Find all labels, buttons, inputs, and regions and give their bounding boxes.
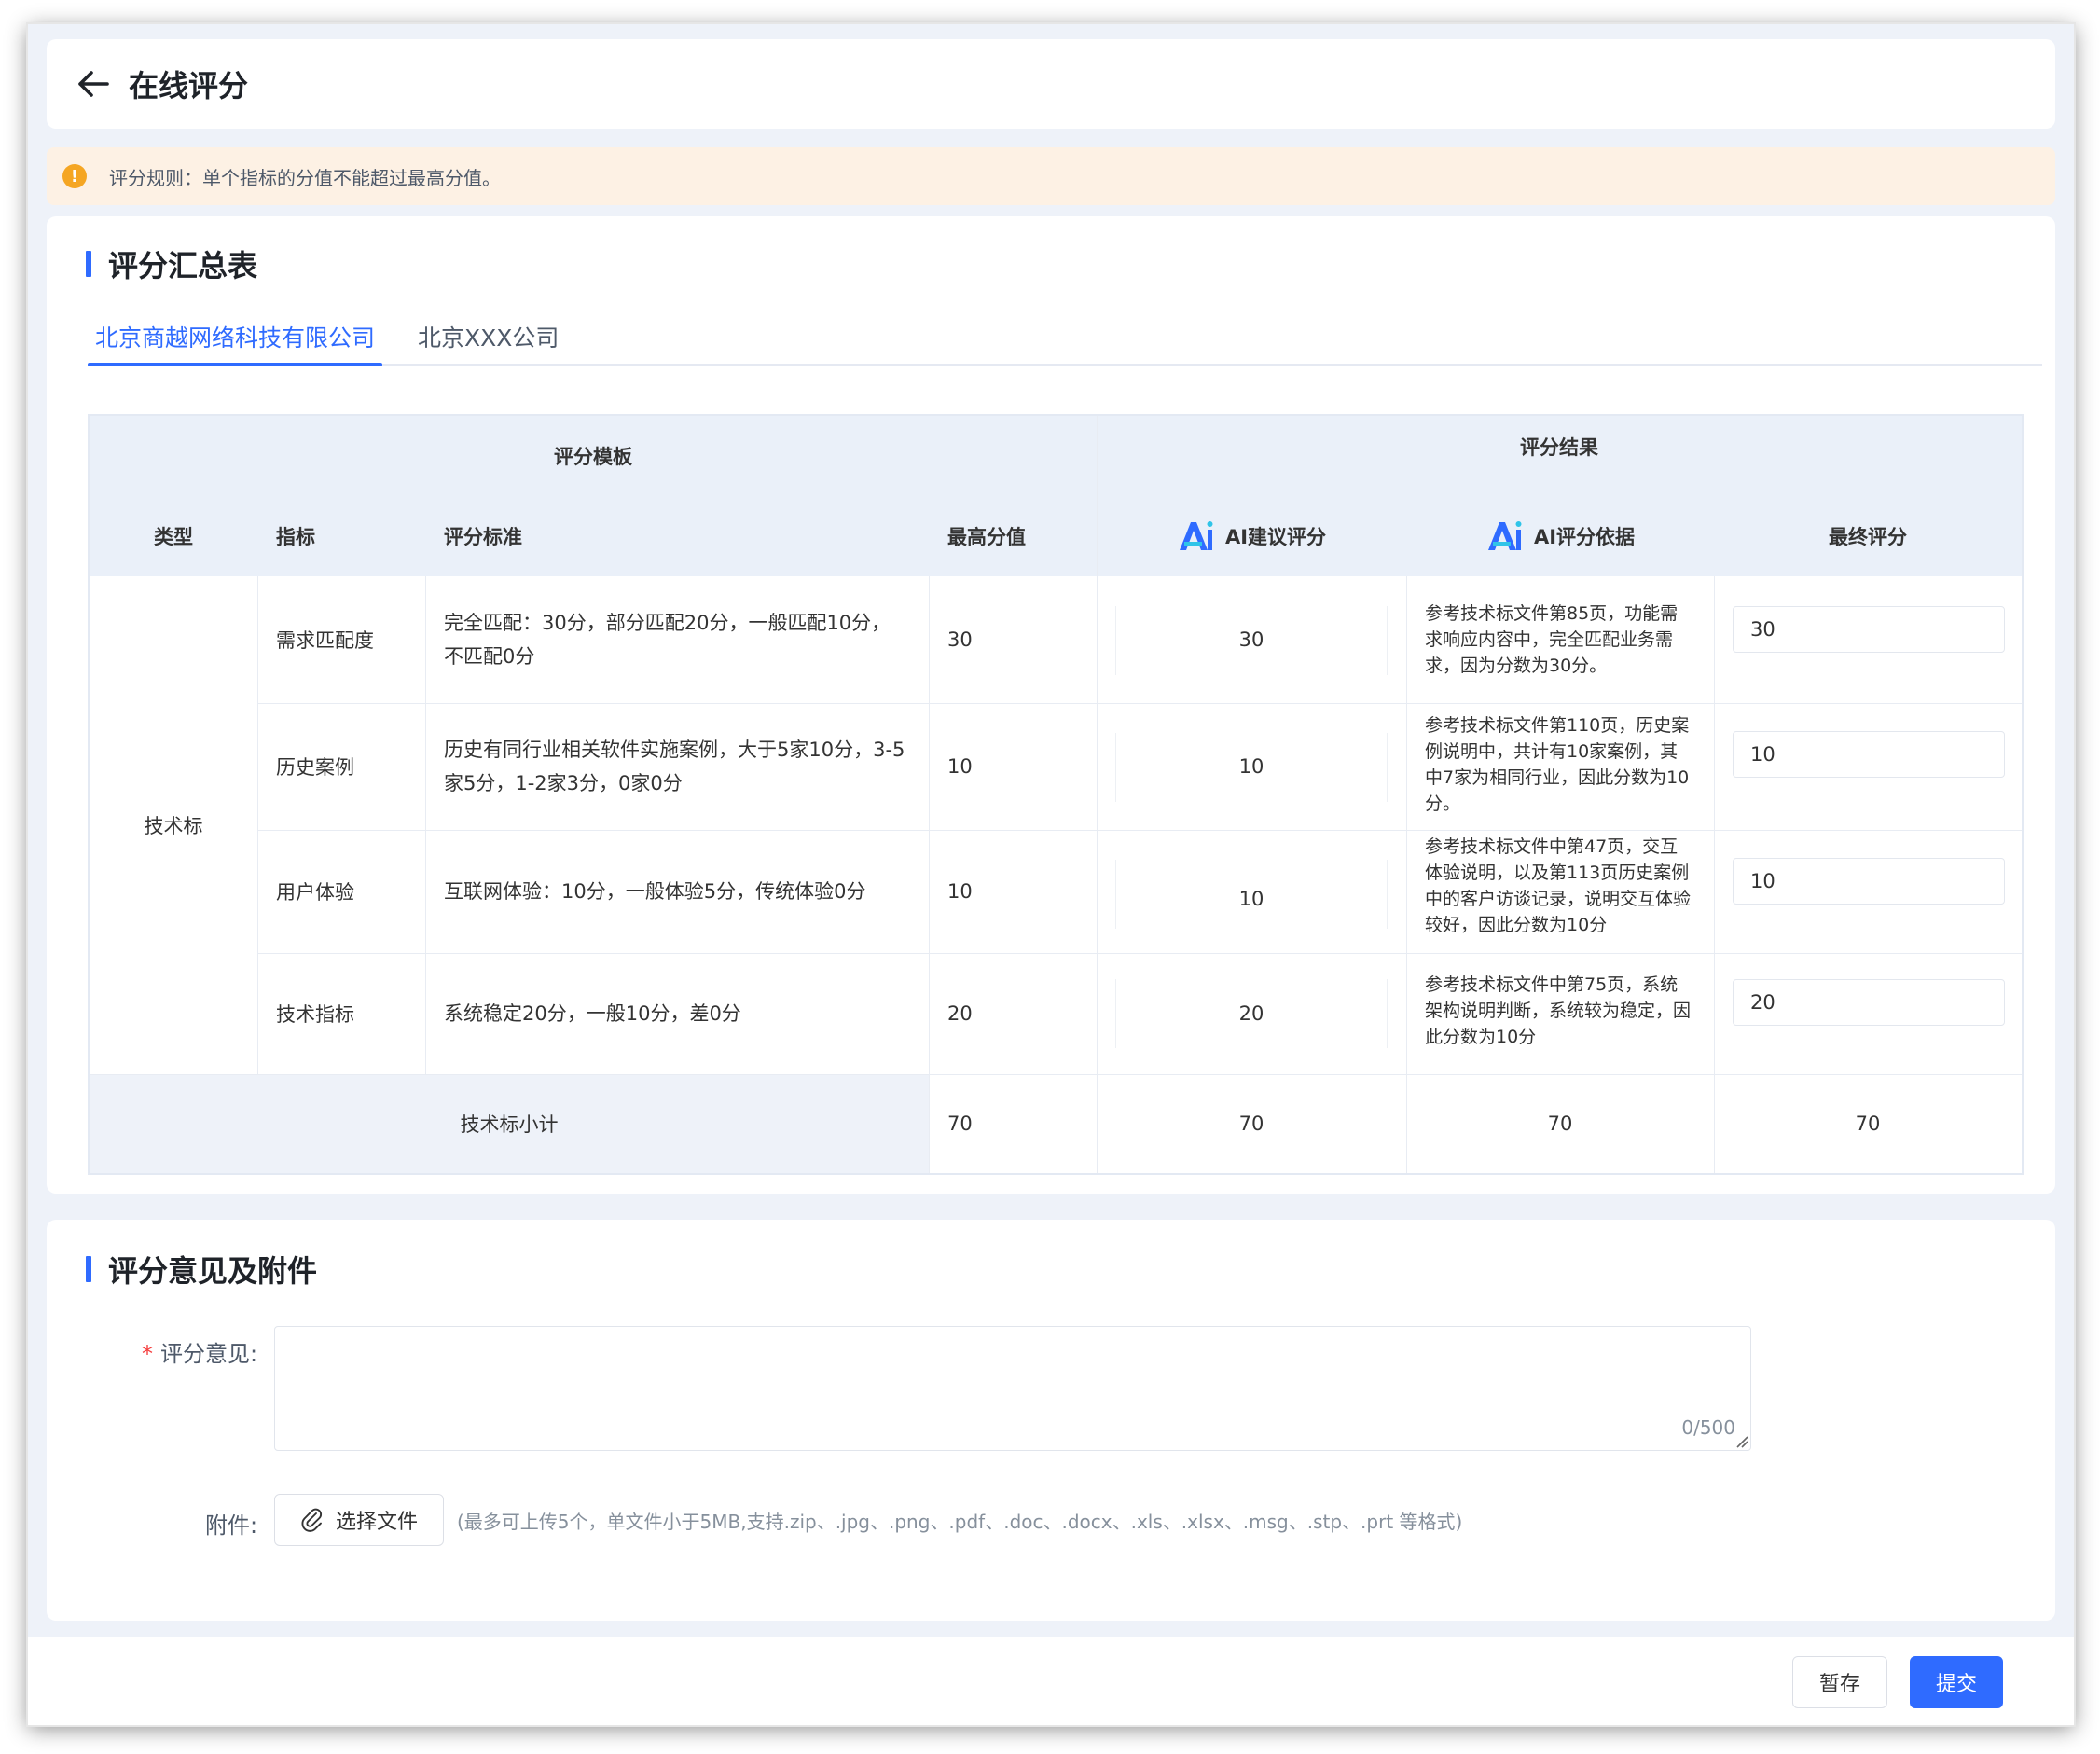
ai-score-cell: 10 <box>1238 755 1264 778</box>
file-hint: (最多可上传5个，单文件小于5MB,支持.zip、.jpg、.png、.pdf、… <box>457 1510 1463 1533</box>
final-score-input[interactable]: 10 <box>1733 731 2005 778</box>
ai-basis-cell: 参考技术标文件中第47页，交互体验说明，以及第113页历史案例中的客户访谈记录，… <box>1425 836 1692 935</box>
max-score-cell: 10 <box>947 880 973 903</box>
tab-active-underline <box>88 363 382 366</box>
ai-basis-cell: 参考技术标文件中第75页，系统架构说明判断，系统较为稳定，因此分数为10分 <box>1425 974 1692 1047</box>
standard-cell: 完全匹配：30分，部分匹配20分，一般匹配10分，不匹配0分 <box>444 612 891 668</box>
tab-label: 北京商越网络科技有限公司 <box>95 325 376 352</box>
page-title: 在线评分 <box>129 68 249 104</box>
ai-icon <box>1177 518 1214 554</box>
max-score-cell: 10 <box>947 755 973 778</box>
footer-bar: 暂存 提交 <box>28 1637 2074 1725</box>
rule-alert: ! 评分规则：单个指标的分值不能超过最高分值。 <box>47 147 2055 205</box>
final-score-input[interactable]: 10 <box>1733 858 2005 905</box>
max-score-cell: 20 <box>947 1002 973 1025</box>
indicator-cell: 历史案例 <box>276 756 354 779</box>
ai-score-header-label: AI建议评分 <box>1224 526 1327 548</box>
group-header-template: 评分模板 <box>554 446 632 468</box>
col-header-ai-basis: AI评分依据 <box>1406 496 1714 576</box>
choose-file-label: 选择文件 <box>335 1511 418 1534</box>
subtotal-label: 技术标小计 <box>460 1113 559 1136</box>
opinion-card: 评分意见及附件 * 评分意见: 0/500 附件: 选择文件 (最多可上传5个，单… <box>47 1220 2055 1621</box>
comment-textarea[interactable]: 0/500 <box>274 1326 1751 1451</box>
col-header-max: 最高分值 <box>947 526 1026 548</box>
choose-file-button[interactable]: 选择文件 <box>274 1494 444 1546</box>
paperclip-icon <box>301 1508 323 1532</box>
standard-cell: 互联网体验：10分，一般体验5分，传统体验0分 <box>444 880 866 903</box>
grid-line <box>929 576 930 1173</box>
col-header-final: 最终评分 <box>1829 526 1907 548</box>
alert-text: 评分规则：单个指标的分值不能超过最高分值。 <box>109 166 501 189</box>
col-header-indicator: 指标 <box>276 526 315 548</box>
ai-score-cell: 10 <box>1238 888 1264 910</box>
grid-line <box>425 576 426 1074</box>
warning-icon: ! <box>62 164 87 188</box>
resize-handle-icon[interactable] <box>1735 1435 1748 1448</box>
score-table: 评分模板 评分结果 类型 指标 评分标准 最高分值 AI建议评分 AI评分依据 … <box>88 414 2024 1175</box>
summary-title: 评分汇总表 <box>108 248 258 283</box>
col-header-type: 类型 <box>154 526 193 548</box>
score-summary-card: 评分汇总表 北京商越网络科技有限公司 北京XXX公司 评分模板 评分结果 类型 … <box>47 216 2055 1194</box>
indicator-cell: 技术指标 <box>276 1003 354 1026</box>
title-accent-bar <box>86 1256 91 1282</box>
save-draft-button[interactable]: 暂存 <box>1792 1656 1887 1708</box>
company-tabs: 北京商越网络科技有限公司 北京XXX公司 <box>88 310 2042 366</box>
tab-label: 北京XXX公司 <box>418 325 560 352</box>
ai-basis-cell: 参考技术标文件第85页，功能需求响应内容中，完全匹配业务需求，因为分数为30分。 <box>1425 603 1679 676</box>
ai-basis-header-label: AI评分依据 <box>1533 526 1636 548</box>
ai-score-cell: 20 <box>1238 1002 1264 1025</box>
ai-score-cell: 30 <box>1238 628 1264 651</box>
ai-icon <box>1485 518 1523 554</box>
subtotal-final: 70 <box>1855 1112 1881 1135</box>
page-header: 在线评分 <box>47 39 2055 129</box>
title-accent-bar <box>86 251 91 277</box>
section-title: 评分意见及附件 <box>86 1248 317 1291</box>
opinion-title: 评分意见及附件 <box>108 1253 318 1289</box>
subtotal-ai-basis: 70 <box>1547 1112 1573 1135</box>
attachment-label: 附件: <box>205 1512 258 1539</box>
max-score-cell: 30 <box>947 628 973 651</box>
arrow-left-icon[interactable] <box>75 65 112 103</box>
submit-button[interactable]: 提交 <box>1910 1656 2003 1708</box>
standard-cell: 系统稳定20分，一般10分，差0分 <box>444 1002 741 1025</box>
tab-company-2[interactable]: 北京XXX公司 <box>418 310 559 364</box>
required-mark: * <box>142 1341 153 1367</box>
indicator-cell: 需求匹配度 <box>276 629 374 652</box>
char-counter: 0/500 <box>1681 1416 1735 1439</box>
col-header-ai-score: AI建议评分 <box>1097 496 1406 576</box>
app-frame: 在线评分 ! 评分规则：单个指标的分值不能超过最高分值。 评分汇总表 北京商越网… <box>28 24 2074 1725</box>
type-cell: 技术标 <box>144 815 203 837</box>
section-title: 评分汇总表 <box>86 242 257 285</box>
final-score-input[interactable]: 20 <box>1733 979 2005 1026</box>
ai-basis-cell: 参考技术标文件第110页，历史案例说明中，共计有10家案例，其中7家为相同行业，… <box>1425 715 1690 814</box>
group-header-result: 评分结果 <box>1520 436 1598 459</box>
subtotal-ai-score: 70 <box>1238 1112 1264 1135</box>
subtotal-max: 70 <box>947 1112 973 1135</box>
indicator-cell: 用户体验 <box>276 881 354 904</box>
comment-label: * 评分意见: <box>142 1335 257 1368</box>
comment-label-text: 评分意见: <box>160 1341 258 1367</box>
tab-company-1[interactable]: 北京商越网络科技有限公司 <box>95 310 375 364</box>
col-header-standard: 评分标准 <box>444 526 522 548</box>
grid-line <box>257 576 258 1074</box>
standard-cell: 历史有同行业相关软件实施案例，大于5家10分，3-5家5分，1-2家3分，0家0… <box>444 739 905 794</box>
final-score-input[interactable]: 30 <box>1733 606 2005 653</box>
